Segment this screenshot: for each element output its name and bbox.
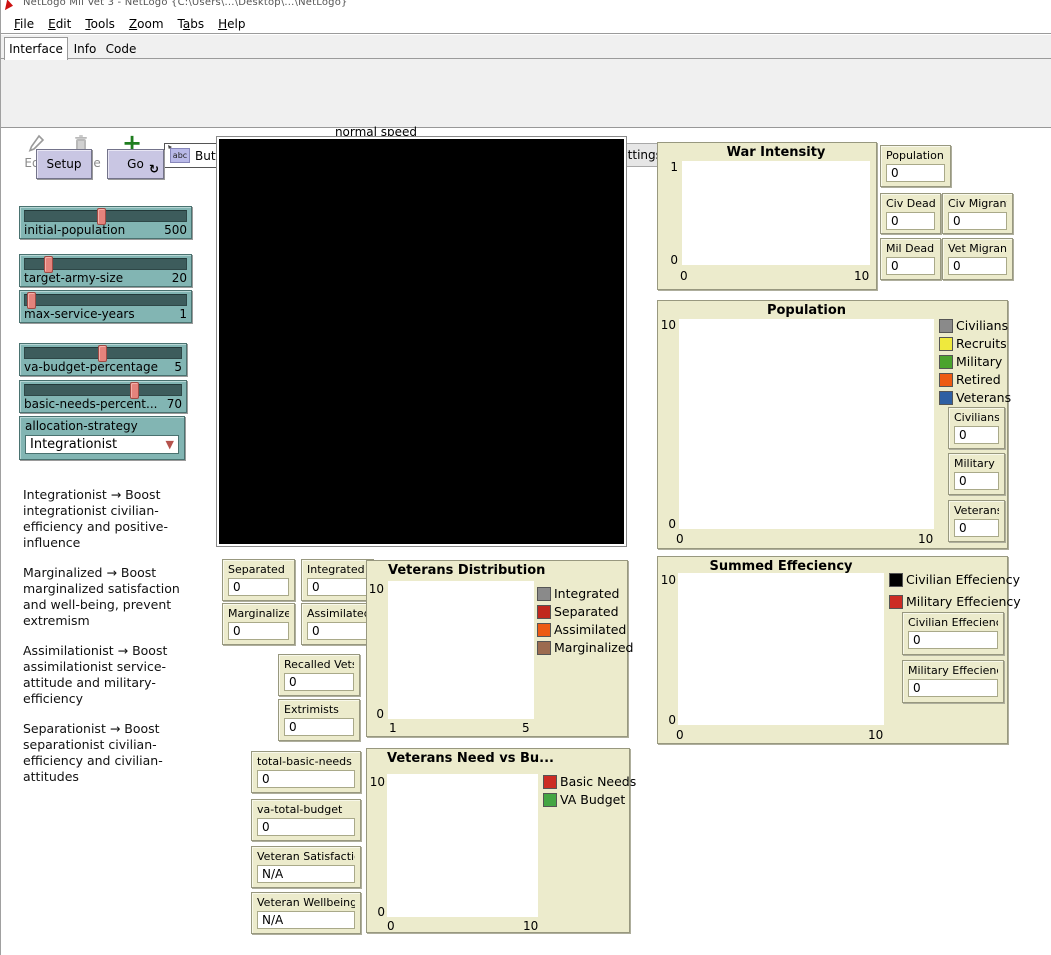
menu-tabs[interactable]: Tabs [171,15,212,33]
monitor-extrimists: Extrimists 0 [278,699,360,741]
legend-swatch-basic-needs [543,775,557,789]
slider-value: 500 [164,223,187,237]
slider-track[interactable] [24,258,187,270]
monitor-mil-dead: Mil Dead 0 [880,238,941,280]
plot-war-intensity: War Intensity 1 0 0 10 [657,142,877,290]
slider-track[interactable] [24,347,182,359]
menu-tools[interactable]: Tools [78,15,122,33]
slider-handle[interactable] [27,292,36,309]
slider-value: 70 [167,397,182,411]
legend-swatch-military-efficiency [889,595,903,609]
monitor-separated: Separated 0 [222,559,295,601]
note-integrationist: Integrationist → Boost integrationist ci… [23,487,198,551]
chooser-arrow-icon: ▼ [166,438,174,451]
chooser-value: Integrationist [30,437,117,452]
world-view-frame [216,136,627,547]
tab-info[interactable]: Info [69,37,101,60]
slider-track[interactable] [24,294,187,306]
note-separationist: Separationist → Boost separationist civi… [23,721,198,785]
netlogo-app-icon [5,0,14,12]
monitor-assimilated: Assimilated 0 [301,603,374,645]
world-view [219,139,624,544]
legend-swatch-retired [939,373,953,387]
slider-handle[interactable] [97,208,106,225]
window-title: NetLogo Mil Vet 3 - NetLogo {C:\Users\..… [23,0,348,8]
strategy-notes: Integrationist → Boost integrationist ci… [23,487,198,799]
legend-swatch-military [939,355,953,369]
monitor-military-efficiency: Military Effeciency 0 [902,660,1004,703]
slider-track[interactable] [24,384,182,396]
slider-value: 1 [179,307,187,321]
note-assimilationist: Assimilationist → Boost assimilationist … [23,643,198,707]
legend-swatch-separated [537,605,551,619]
forever-icon: ↻ [149,162,159,176]
monitor-civilian-efficiency: Civilian Effeciency 0 [902,612,1004,655]
menu-file[interactable]: File [7,15,41,33]
monitor-veteran-satisfaction: Veteran Satisfaction N/A [251,846,361,888]
chooser-label: allocation-strategy [25,419,179,433]
go-button[interactable]: Go ↻ [107,149,164,179]
monitor-recalled-vets: Recalled Vets 0 [278,654,360,696]
legend-swatch-marginalized [537,641,551,655]
legend-swatch-va-budget [543,793,557,807]
slider-handle[interactable] [44,256,53,273]
plot-veterans-distribution: Veterans Distribution 10 0 1 5 Integrate… [366,560,628,737]
slider-value: 20 [172,271,187,285]
legend-swatch-recruits [939,337,953,351]
monitor-veterans: Veterans 0 [948,500,1005,542]
menu-help[interactable]: Help [211,15,252,33]
menu-edit[interactable]: Edit [41,15,78,33]
toolbar: Edit Delete + Add abc Button ▼ normal sp… [1,59,1051,128]
slider-initial-population[interactable]: initial-population500 [19,206,192,239]
legend-swatch-civilians [939,319,953,333]
monitor-va-total-budget: va-total-budget 0 [251,799,361,841]
legend-swatch-veterans [939,391,953,405]
tab-code[interactable]: Code [102,37,140,60]
legend-swatch-integrated [537,587,551,601]
legend-swatch-civilian-efficiency [889,573,903,587]
monitor-military: Military 0 [948,453,1005,495]
menu-bar: FileEditToolsZoomTabsHelp [1,14,1051,34]
monitor-civ-migrants: Civ Migrants 0 [942,193,1013,234]
plot-need-vs-budget: Veterans Need vs Bu... 10 0 0 10 Basic N… [366,748,630,933]
slider-max-service-years[interactable]: max-service-years1 [19,290,192,323]
monitor-total-basic-needs: total-basic-needs 0 [251,751,361,793]
note-marginalized: Marginalized → Boost marginalized satisf… [23,565,198,629]
title-bar: NetLogo Mil Vet 3 - NetLogo {C:\Users\..… [1,0,1051,14]
legend-swatch-assimilated [537,623,551,637]
abc-icon: abc [170,148,190,163]
menu-zoom[interactable]: Zoom [122,15,171,33]
monitor-marginalized: Marginalized 0 [222,603,295,645]
monitor-veteran-wellbeing: Veteran Wellbeing N/A [251,892,361,934]
slider-basic-needs-percent[interactable]: basic-needs-percent...70 [19,380,187,413]
monitor-vet-migrants: Vet Migrants 0 [942,238,1013,280]
setup-button[interactable]: Setup [36,149,92,179]
slider-handle[interactable] [130,382,139,399]
chooser-allocation-strategy[interactable]: allocation-strategy Integrationist ▼ [19,416,185,460]
tab-strip: Interface Info Code [1,35,1051,59]
slider-handle[interactable] [98,345,107,362]
tab-interface[interactable]: Interface [4,37,68,60]
slider-target-army-size[interactable]: target-army-size20 [19,254,192,287]
monitor-civilians: Civilians 0 [948,407,1005,449]
slider-track[interactable] [24,210,187,222]
slider-va-budget-percentage[interactable]: va-budget-percentage5 [19,343,187,376]
chooser-select[interactable]: Integrationist ▼ [25,435,179,454]
monitor-population: Population 0 [880,145,951,187]
slider-value: 5 [174,360,182,374]
monitor-civ-dead: Civ Dead 0 [880,193,941,234]
